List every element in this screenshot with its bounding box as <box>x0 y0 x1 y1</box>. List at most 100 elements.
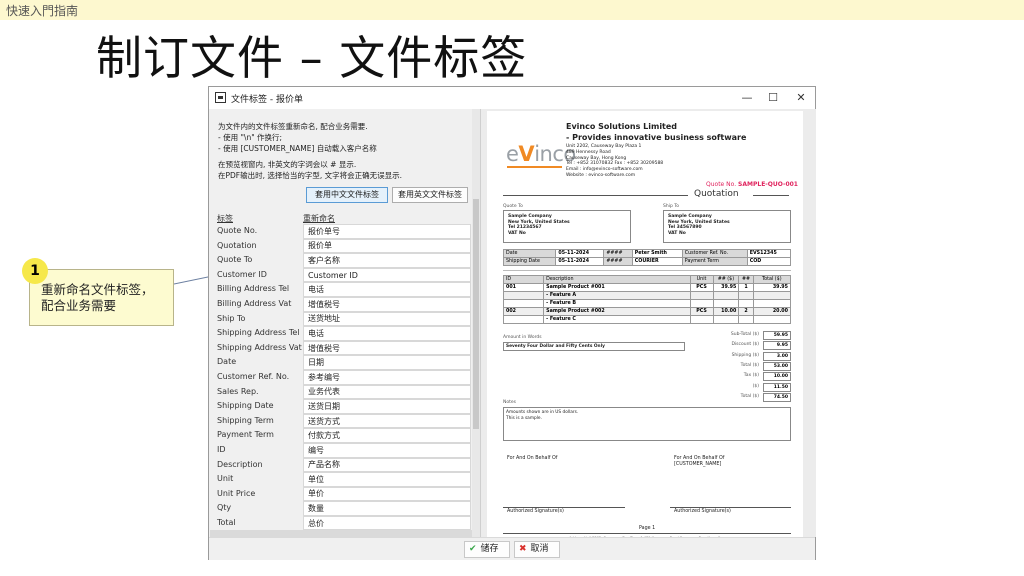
item-cell <box>689 315 714 324</box>
rename-input[interactable] <box>303 399 471 414</box>
rename-input[interactable] <box>303 238 471 254</box>
label-name: Qty <box>217 503 232 513</box>
rename-input[interactable] <box>303 253 471 268</box>
rename-input[interactable] <box>303 311 471 327</box>
window-title: 文件标签 - 报价单 <box>231 95 303 105</box>
label-row: Customer Ref. No. <box>210 369 472 385</box>
rename-input[interactable] <box>303 501 471 516</box>
instruction-line: - 使用 [CUSTOMER_NAME] 自动载入客户名称 <box>218 144 377 153</box>
label-row: Date <box>210 355 472 370</box>
instruction-line: 在PDF输出时, 选择恰当的字型, 文字将会正确无误显示. <box>218 171 403 180</box>
rename-input[interactable] <box>303 457 471 473</box>
signature-left: Authorized Signature(s) <box>507 509 564 514</box>
logo-underline <box>507 166 562 168</box>
label-name: ID <box>217 444 226 454</box>
horizontal-scrollbar[interactable] <box>210 530 472 537</box>
rename-input[interactable] <box>303 282 471 297</box>
label-row: Quotation <box>210 238 472 254</box>
items-header-cell: Unit <box>689 275 714 284</box>
item-cell: 39.95 <box>712 283 740 292</box>
items-header-cell: ## ($) <box>712 275 740 284</box>
label-name: Billing Address Vat <box>217 298 292 308</box>
items-header-cell: ## <box>738 275 754 284</box>
save-button[interactable]: ✔ 储存 <box>464 541 510 558</box>
vertical-scrollbar[interactable] <box>472 109 480 537</box>
items-table: ID Description Unit ## ($) ## Total ($) 001 Sam… <box>502 275 792 324</box>
callout-number: 1 <box>22 258 48 284</box>
info-cell: Customer Ref. No. <box>681 249 748 258</box>
total-label: Discount ($) <box>731 342 759 348</box>
label-row: Shipping Date <box>210 399 472 414</box>
info-cell: EVS12345 <box>746 249 792 258</box>
rename-input[interactable] <box>303 326 471 341</box>
slide-title: 制订文件 – 文件标签 <box>96 31 528 85</box>
label-name: Payment Term <box>217 430 274 440</box>
rename-input[interactable] <box>303 428 471 443</box>
label-row: Quote To <box>210 253 472 268</box>
info-cell: Payment Term <box>681 257 748 266</box>
label-row: ID <box>210 442 472 458</box>
rename-input[interactable] <box>303 515 471 531</box>
label-row: Total <box>210 515 472 531</box>
instruction-line: 为文件内的文件标签重新命名, 配合业务需要. <box>218 122 368 131</box>
label-name: Description <box>217 459 263 469</box>
info-cell: COD <box>746 257 792 266</box>
ship-to-box: Sample Company New York, United States Tel… <box>663 210 791 243</box>
info-row: Date 05-11-2024 #### Peter Smith Customer Re… <box>502 249 792 258</box>
total-label: Shipping ($) <box>731 352 759 358</box>
label-name: Total <box>217 517 236 527</box>
item-cell <box>738 291 754 300</box>
apply-chinese-labels-button[interactable]: 套用中文文件标签 <box>306 187 388 203</box>
instructions: 为文件内的文件标签重新命名, 配合业务需要. - 使用 "\n" 作换行; - … <box>218 121 402 181</box>
rename-input[interactable] <box>303 413 471 429</box>
rename-input[interactable] <box>303 355 471 370</box>
close-button[interactable]: ✕ <box>789 89 813 107</box>
item-cell <box>738 315 754 324</box>
items-header: ID Description Unit ## ($) ## Total ($) <box>502 275 792 284</box>
total-label: Tax ($) <box>743 373 759 379</box>
slide-header-text: 快速入門指南 <box>6 4 79 18</box>
total-label: ($) <box>752 383 759 389</box>
item-cell: 10.00 <box>712 307 740 316</box>
label-row: Shipping Address Tel <box>210 326 472 341</box>
amount-words: Seventy Four Dollar and Fifty Cents Only <box>506 344 605 349</box>
instruction-line: 在预览视窗内, 非英文的字词会以 # 显示. <box>218 160 357 169</box>
info-table: Date 05-11-2024 #### Peter Smith Customer Re… <box>502 249 792 266</box>
item-cell: - Feature C <box>543 315 691 324</box>
rename-input[interactable] <box>303 369 471 385</box>
item-cell: 1 <box>738 283 754 292</box>
cancel-button[interactable]: ✖ 取消 <box>514 541 560 558</box>
rename-input[interactable] <box>303 486 471 502</box>
cross-icon: ✖ <box>519 544 527 554</box>
label-row: Shipping Term <box>210 413 472 429</box>
item-cell <box>712 299 740 308</box>
rename-input[interactable] <box>303 442 471 458</box>
rename-input[interactable] <box>303 267 471 283</box>
rename-input[interactable] <box>303 384 471 400</box>
label-row: Quote No. <box>210 224 472 239</box>
rename-input[interactable] <box>303 224 471 239</box>
minimize-button[interactable]: — <box>735 89 759 107</box>
items-header-cell: ID <box>502 275 545 284</box>
rename-input[interactable] <box>303 472 471 487</box>
notes-label: Notes <box>503 400 516 405</box>
label-row: Shipping Address Vat <box>210 340 472 356</box>
item-cell: 39.95 <box>752 283 792 292</box>
item-cell: 002 <box>502 307 545 316</box>
label-name: Ship To <box>217 313 246 323</box>
rename-input[interactable] <box>303 340 471 356</box>
label-name: Customer Ref. No. <box>217 371 290 381</box>
maximize-button[interactable]: ☐ <box>761 89 785 107</box>
rename-input[interactable] <box>303 296 471 312</box>
text-line: VAT No <box>668 230 686 236</box>
scrollbar-thumb[interactable] <box>473 199 479 429</box>
column-header-rename: 重新命名 <box>303 214 335 223</box>
company-tagline: - Provides innovative business software <box>566 133 747 142</box>
info-cell: COURIER <box>631 257 683 266</box>
label-row: Billing Address Vat <box>210 296 472 312</box>
label-row: Payment Term <box>210 428 472 443</box>
apply-english-labels-button[interactable]: 套用英文文件标签 <box>392 187 468 203</box>
info-cell: Shipping Date <box>502 257 557 266</box>
behalf-left: For And On Behalf Of <box>507 456 558 461</box>
label-rows: Quote No. Quotation Quote To Customer ID… <box>210 224 472 531</box>
